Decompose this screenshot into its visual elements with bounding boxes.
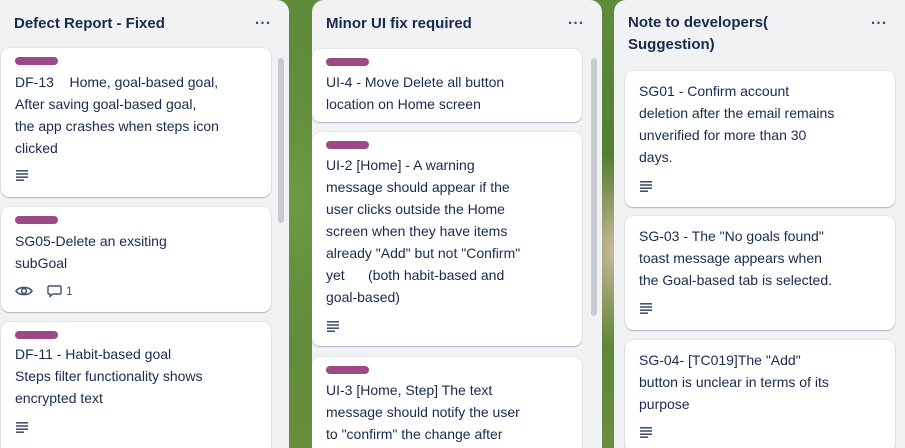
list-minor-ui-fix: Minor UI fix required ... UI-4 - Move De… bbox=[312, 0, 602, 448]
description-icon bbox=[639, 426, 653, 438]
card-title: UI-4 - Move Delete all button location o… bbox=[326, 74, 505, 112]
list-title[interactable]: Note to developers( Suggestion) bbox=[628, 12, 865, 56]
list-scrollbar[interactable] bbox=[278, 58, 284, 223]
card[interactable]: DF-13 Home, goal-based goal, After savin… bbox=[1, 48, 271, 197]
description-icon bbox=[326, 320, 340, 332]
card-badges bbox=[15, 419, 29, 435]
list-menu-button[interactable]: ... bbox=[867, 8, 891, 32]
list-note-to-developers: Note to developers( Suggestion) ... SG01… bbox=[614, 0, 905, 448]
card[interactable]: SG05-Delete an exsiting subGoal 1 bbox=[1, 207, 271, 312]
card-badges bbox=[326, 318, 340, 334]
list-menu-button[interactable]: ... bbox=[251, 8, 275, 32]
list-title[interactable]: Minor UI fix required bbox=[326, 13, 562, 35]
card[interactable]: DF-11 - Habit-based goal Steps filter fu… bbox=[1, 322, 271, 448]
list-menu-button[interactable]: ... bbox=[564, 8, 588, 32]
card-label[interactable] bbox=[15, 57, 58, 65]
card-title: DF-11 - Habit-based goal Steps filter fu… bbox=[15, 346, 203, 406]
card-badges: 1 bbox=[15, 283, 73, 299]
card-label[interactable] bbox=[326, 141, 369, 149]
list-defect-report-fixed: Defect Report - Fixed ... DF-13 Home, go… bbox=[0, 0, 289, 448]
card-badges bbox=[639, 424, 653, 440]
card-badges bbox=[15, 167, 29, 183]
card-badges bbox=[639, 178, 653, 194]
card-title: DF-13 Home, goal-based goal, After savin… bbox=[15, 74, 219, 156]
description-icon bbox=[15, 421, 29, 433]
card-label[interactable] bbox=[15, 216, 58, 224]
watch-badge bbox=[15, 285, 33, 297]
card-title: UI-2 [Home] - A warning message should a… bbox=[326, 157, 521, 305]
card-badges bbox=[639, 300, 653, 316]
card-title: SG01 - Confirm account deletion after th… bbox=[639, 83, 835, 165]
card-title: SG-03 - The "No goals found" toast messa… bbox=[639, 228, 833, 288]
more-icon: ... bbox=[870, 11, 888, 28]
card-label[interactable] bbox=[326, 366, 369, 374]
description-icon bbox=[639, 180, 653, 192]
list-title[interactable]: Defect Report - Fixed bbox=[14, 13, 249, 35]
card[interactable]: SG-04- [TC019]The "Add" button is unclea… bbox=[625, 340, 895, 448]
comment-icon bbox=[47, 284, 62, 298]
list-scrollbar[interactable] bbox=[591, 58, 597, 316]
card[interactable]: UI-3 [Home, Step] The text message shoul… bbox=[312, 357, 582, 448]
description-icon bbox=[15, 169, 29, 181]
more-icon: ... bbox=[254, 11, 272, 28]
watch-icon bbox=[15, 285, 33, 297]
comment-count: 1 bbox=[66, 284, 73, 298]
description-icon bbox=[639, 302, 653, 314]
card-title: UI-3 [Home, Step] The text message shoul… bbox=[326, 382, 520, 442]
card[interactable]: SG01 - Confirm account deletion after th… bbox=[625, 71, 895, 207]
comment-badge: 1 bbox=[47, 284, 73, 298]
card-label[interactable] bbox=[15, 331, 58, 339]
card[interactable]: SG-03 - The "No goals found" toast messa… bbox=[625, 216, 895, 330]
card-label[interactable] bbox=[326, 58, 369, 66]
more-icon: ... bbox=[567, 11, 585, 28]
card[interactable]: UI-4 - Move Delete all button location o… bbox=[312, 49, 582, 122]
card-title: SG-04- [TC019]The "Add" button is unclea… bbox=[639, 352, 829, 412]
card-title: SG05-Delete an exsiting subGoal bbox=[15, 233, 167, 271]
card[interactable]: UI-2 [Home] - A warning message should a… bbox=[312, 132, 582, 346]
